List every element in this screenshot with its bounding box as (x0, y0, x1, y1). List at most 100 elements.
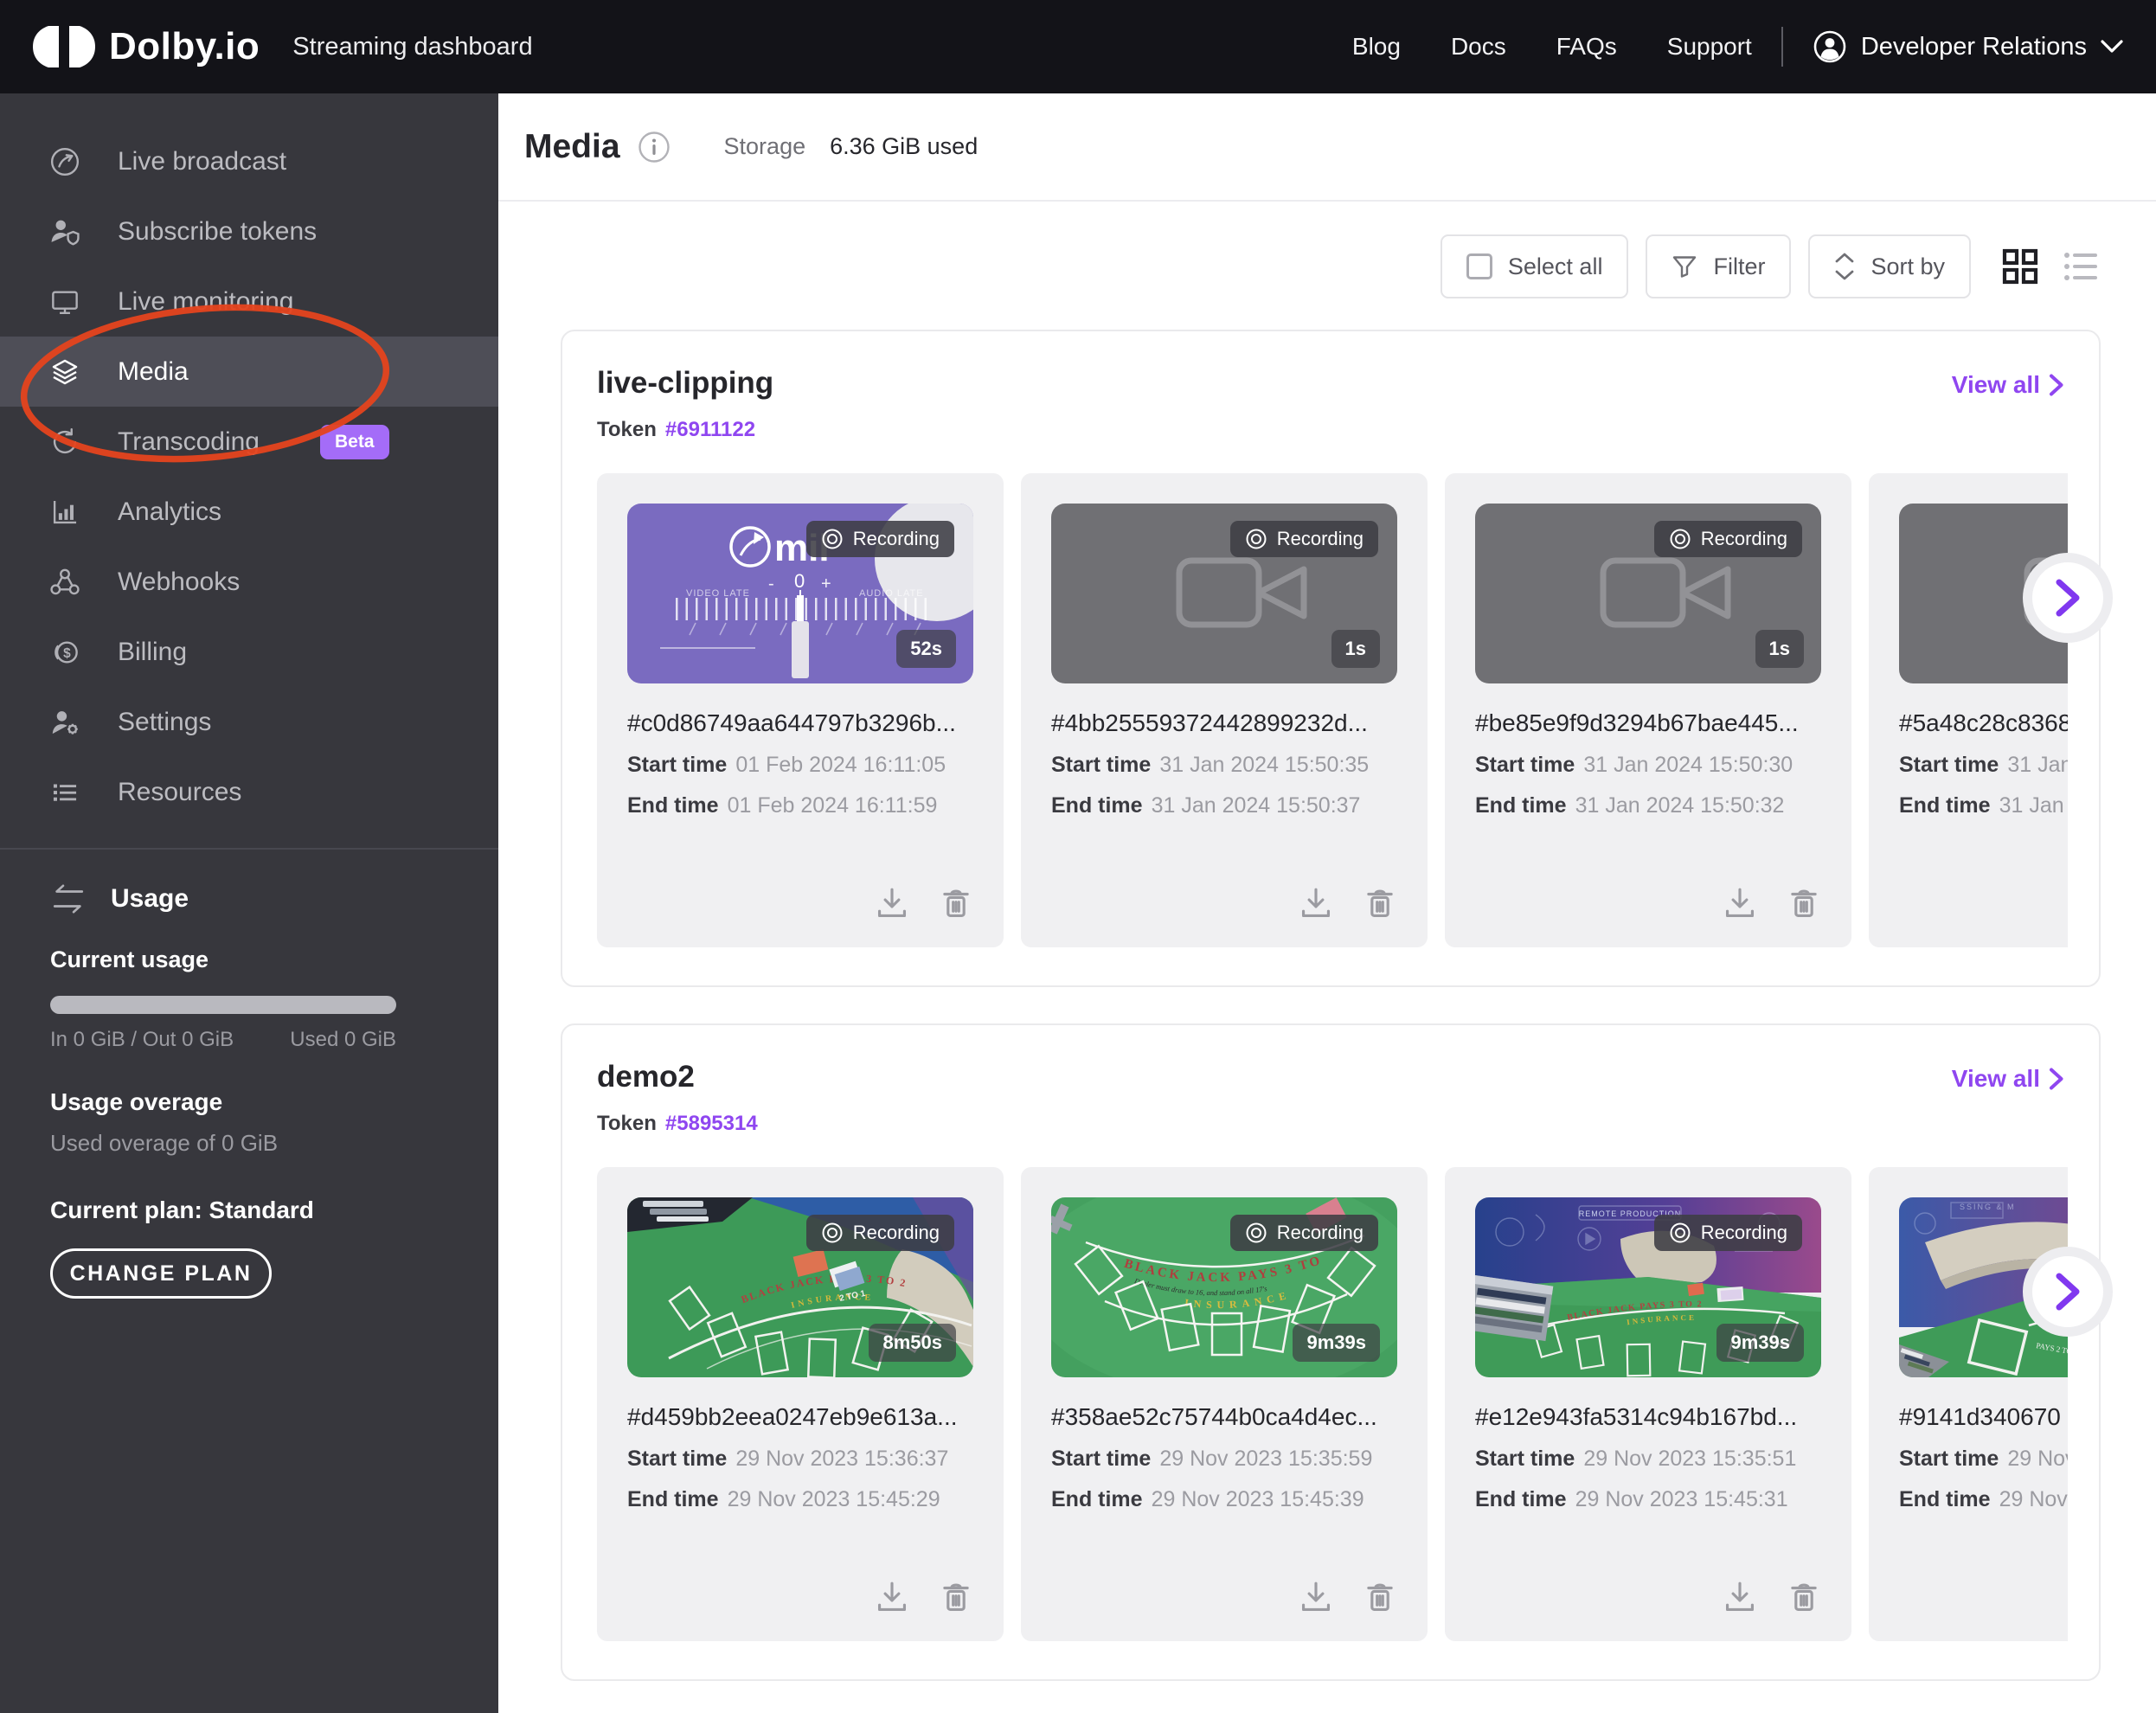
recording-thumbnail[interactable]: BLACK JACK PAYS 3 TO Dealer must draw to… (1051, 1197, 1397, 1377)
token-row: Token#5895314 (597, 1112, 758, 1136)
trash-icon[interactable] (1362, 885, 1398, 921)
end-time-row: End time29 Nov 2023 15:45:31 (1475, 1487, 1821, 1512)
trash-icon[interactable] (1362, 1579, 1398, 1615)
nav-blog[interactable]: Blog (1352, 33, 1401, 61)
grid-view-icon[interactable] (2000, 247, 2040, 286)
recording-card[interactable]: Recording 1s #4bb25559372442899232d... S… (1021, 473, 1428, 947)
download-icon[interactable] (1722, 885, 1758, 921)
download-icon[interactable] (874, 885, 910, 921)
sort-by-button[interactable]: Sort by (1808, 234, 1971, 298)
account-menu[interactable]: Developer Relations (1813, 29, 2123, 64)
trash-icon[interactable] (938, 885, 974, 921)
current-usage-label: Current usage (50, 946, 498, 973)
sidebar-item-subscribe-tokens[interactable]: Subscribe tokens (0, 196, 498, 266)
view-all-link[interactable]: View all (1952, 371, 2064, 399)
end-time-row: End time31 Jan 2024 15:50:37 (1051, 793, 1397, 818)
recording-card[interactable]: Recording 1s #be85e9f9d3294b67bae445... … (1445, 473, 1851, 947)
info-icon[interactable] (638, 131, 671, 164)
dolby-logo[interactable]: Dolby.io (33, 25, 260, 68)
recordings-row: mil - 0 + VIDEO LATE AUDIO LATE (597, 473, 2068, 947)
recording-card[interactable]: REMOTE PRODUCTION BLACK JACK PAYS 3 TO 2… (1445, 1167, 1851, 1641)
recording-label: Recording (1701, 528, 1787, 550)
recording-id: #be85e9f9d3294b67bae445... (1475, 709, 1821, 737)
page-header: Media Storage 6.36 GiB used (498, 93, 2156, 202)
recording-thumbnail[interactable]: mil - 0 + VIDEO LATE AUDIO LATE (627, 504, 973, 683)
filter-button[interactable]: Filter (1646, 234, 1791, 298)
sidebar-item-resources[interactable]: Resources (0, 757, 498, 827)
sidebar-item-live-broadcast[interactable]: Live broadcast (0, 126, 498, 196)
start-time-row: Start time29 Nov 2023 15:35:51 (1475, 1447, 1821, 1472)
sidebar-item-settings[interactable]: Settings (0, 687, 498, 757)
coin-dollar-icon: $ (48, 636, 81, 669)
usage-used: Used 0 GiB (290, 1028, 396, 1052)
sidebar-item-label: Analytics (118, 497, 221, 527)
sidebar-item-media[interactable]: Media (0, 337, 498, 407)
sidebar-item-label: Webhooks (118, 568, 240, 597)
webhook-icon (48, 566, 81, 599)
download-icon[interactable] (874, 1579, 910, 1615)
end-time-row: End time31 Jan 2024 15:50:32 (1475, 793, 1821, 818)
sidebar-item-label: Transcoding (118, 427, 260, 457)
select-all-label: Select all (1508, 253, 1603, 280)
recording-card[interactable]: #5a48c28c8368 Start time31 Jan 2 End tim… (1869, 473, 2068, 947)
chevron-right-icon (2049, 1068, 2064, 1090)
sidebar-item-label: Media (118, 357, 189, 387)
recording-label: Recording (1277, 528, 1364, 550)
svg-text:$: $ (63, 645, 71, 660)
svg-text:AUDIO LATE: AUDIO LATE (859, 588, 924, 599)
list-view-icon[interactable] (2061, 247, 2101, 286)
recording-icon (821, 528, 844, 550)
select-all-button[interactable]: Select all (1441, 234, 1629, 298)
top-header: Dolby.io Streaming dashboard Blog Docs F… (0, 0, 2156, 93)
recording-label: Recording (853, 528, 940, 550)
recording-card[interactable]: BLACK JACK PAYS 3 TO 2 INSURANCE (597, 1167, 1004, 1641)
beta-badge: Beta (320, 425, 389, 459)
recording-status-badge: Recording (1654, 1215, 1802, 1251)
recording-icon (1669, 1222, 1691, 1244)
brand-name: Dolby.io (109, 25, 260, 68)
token-link[interactable]: #5895314 (665, 1112, 758, 1135)
recording-thumbnail[interactable]: REMOTE PRODUCTION BLACK JACK PAYS 3 TO 2… (1475, 1197, 1821, 1377)
sidebar-item-billing[interactable]: $ Billing (0, 617, 498, 687)
trash-icon[interactable] (1786, 885, 1822, 921)
start-time-row: Start time29 Nov 2023 15:35:59 (1051, 1447, 1397, 1472)
monitor-icon (48, 286, 81, 318)
card-actions (1298, 885, 1428, 947)
sidebar-item-label: Billing (118, 638, 187, 667)
recording-status-badge: Recording (1654, 521, 1802, 557)
duration-badge: 9m39s (1293, 1324, 1380, 1362)
scroll-right-button[interactable] (2023, 553, 2113, 643)
sidebar-item-transcoding[interactable]: Transcoding Beta (0, 407, 498, 477)
sidebar-item-label: Live monitoring (118, 287, 293, 317)
bar-chart-icon (48, 496, 81, 529)
view-all-link[interactable]: View all (1952, 1065, 2064, 1093)
end-time-row: End time29 Nov 2023 15:45:29 (627, 1487, 973, 1512)
card-actions (874, 1579, 1004, 1641)
recording-card[interactable]: SSING & M BLACK Dealer mu PAYS 2 TO 1 (1869, 1167, 2068, 1641)
nav-faqs[interactable]: FAQs (1556, 33, 1617, 61)
download-icon[interactable] (1722, 1579, 1758, 1615)
recording-id: #d459bb2eea0247eb9e613a... (627, 1403, 973, 1431)
recording-card[interactable]: BLACK JACK PAYS 3 TO Dealer must draw to… (1021, 1167, 1428, 1641)
select-all-checkbox[interactable] (1466, 253, 1492, 279)
token-link[interactable]: #6911122 (665, 418, 755, 441)
nav-docs[interactable]: Docs (1451, 33, 1506, 61)
download-icon[interactable] (1298, 1579, 1334, 1615)
recording-thumbnail[interactable]: BLACK JACK PAYS 3 TO 2 INSURANCE (627, 1197, 973, 1377)
recording-card[interactable]: mil - 0 + VIDEO LATE AUDIO LATE (597, 473, 1004, 947)
top-nav: Blog Docs FAQs Support (1352, 33, 1752, 61)
end-time-row: End time29 Nov 2 (1899, 1487, 2068, 1512)
change-plan-button[interactable]: CHANGE PLAN (50, 1248, 272, 1299)
sidebar-item-live-monitoring[interactable]: Live monitoring (0, 266, 498, 337)
recordings-row: BLACK JACK PAYS 3 TO 2 INSURANCE (597, 1167, 2068, 1641)
scroll-right-button[interactable] (2023, 1247, 2113, 1337)
recording-thumbnail[interactable]: Recording 1s (1051, 504, 1397, 683)
download-icon[interactable] (1298, 885, 1334, 921)
trash-icon[interactable] (1786, 1579, 1822, 1615)
recording-thumbnail[interactable]: Recording 1s (1475, 504, 1821, 683)
sidebar-item-webhooks[interactable]: Webhooks (0, 547, 498, 617)
recording-id: #4bb25559372442899232d... (1051, 709, 1397, 737)
nav-support[interactable]: Support (1667, 33, 1752, 61)
sidebar-item-analytics[interactable]: Analytics (0, 477, 498, 547)
trash-icon[interactable] (938, 1579, 974, 1615)
